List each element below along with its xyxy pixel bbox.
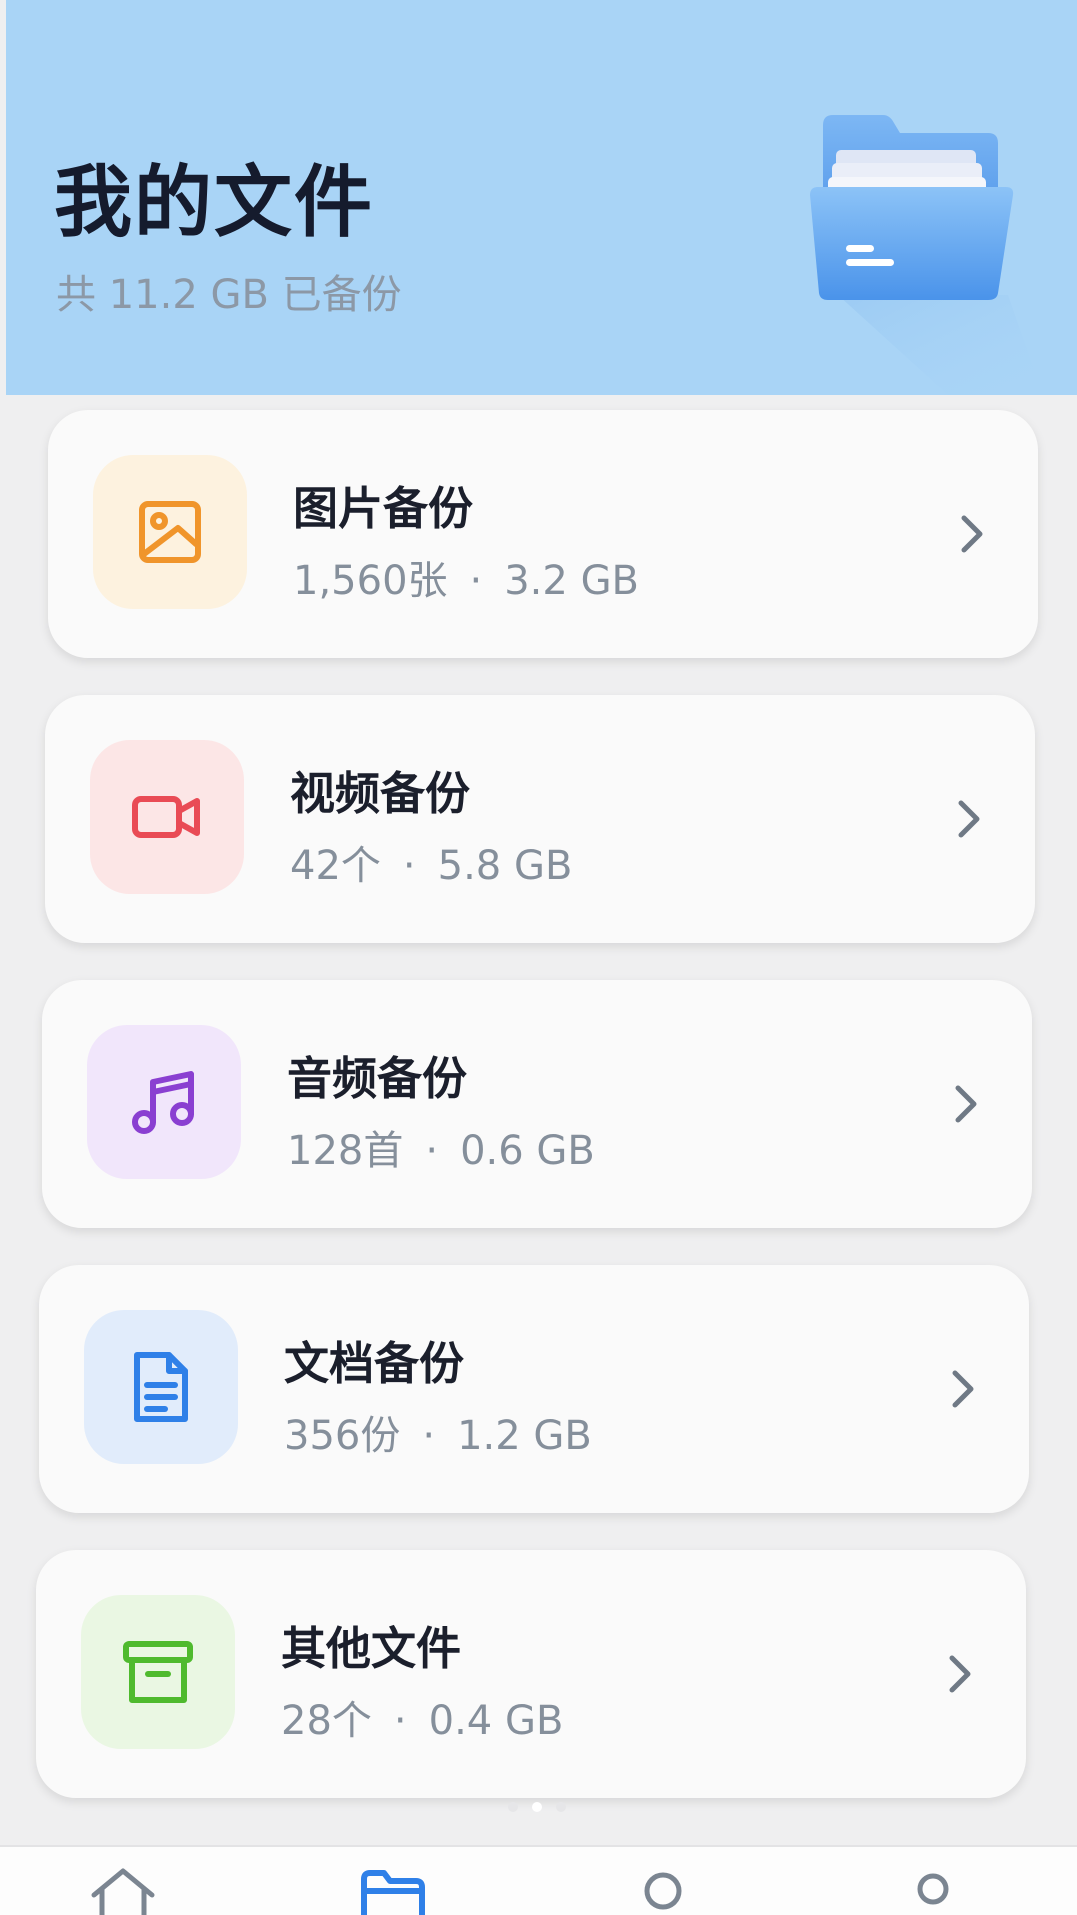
video-camera-icon — [132, 796, 200, 838]
open-folder-illustration — [810, 115, 1043, 395]
separator-dot: · — [402, 843, 416, 889]
category-meta: 356份 · 1.2 GB — [284, 1403, 592, 1461]
tab-home[interactable] — [88, 1865, 158, 1915]
page-dot — [556, 1802, 566, 1812]
category-meta: 42个 · 5.8 GB — [290, 833, 572, 891]
bottom-tab-bar — [0, 1845, 1077, 1915]
category-card-documents[interactable]: 文档备份 356份 · 1.2 GB — [39, 1265, 1029, 1513]
profile-icon — [917, 1873, 949, 1905]
category-card-other[interactable]: 其他文件 28个 · 0.4 GB — [36, 1550, 1026, 1798]
page-title: 我的文件 — [54, 158, 375, 248]
item-count: 1,560张 — [293, 558, 448, 604]
separator-dot: · — [425, 1128, 439, 1174]
category-meta: 128首 · 0.6 GB — [287, 1118, 595, 1176]
category-meta: 28个 · 0.4 GB — [281, 1688, 563, 1746]
category-icon-box — [90, 740, 244, 894]
separator-dot: · — [469, 558, 483, 604]
storage-size: 3.2 GB — [504, 558, 639, 604]
category-card-audio[interactable]: 音频备份 128首 · 0.6 GB — [42, 980, 1032, 1228]
item-count: 356份 — [284, 1413, 401, 1459]
folder-icon — [361, 1870, 425, 1915]
item-count: 28个 — [281, 1698, 372, 1744]
storage-size: 0.4 GB — [428, 1698, 564, 1744]
category-name: 文档备份 — [284, 1337, 465, 1390]
item-count: 42个 — [290, 843, 381, 889]
category-card-videos[interactable]: 视频备份 42个 · 5.8 GB — [45, 695, 1035, 943]
chevron-right-icon — [955, 1085, 977, 1123]
header: 我的文件 共 11.2 GB 已备份 — [6, 0, 1077, 395]
page-indicator — [508, 1802, 568, 1814]
page-dot-active — [532, 1802, 542, 1812]
category-card-photos[interactable]: 图片备份 1,560张 · 3.2 GB — [48, 410, 1038, 658]
separator-dot: · — [422, 1413, 436, 1459]
screen: 我的文件 共 11.2 GB 已备份 图片备份 1,560张 · 3.2 GB … — [0, 0, 1077, 1915]
chevron-right-icon — [949, 1655, 971, 1693]
category-icon-box — [84, 1310, 238, 1464]
tab-search[interactable] — [628, 1865, 698, 1915]
category-icon-box — [93, 455, 247, 609]
storage-size: 0.6 GB — [460, 1128, 595, 1174]
search-icon — [644, 1872, 682, 1910]
chevron-right-icon — [958, 800, 980, 838]
category-name: 图片备份 — [293, 482, 474, 535]
storage-size: 1.2 GB — [457, 1413, 592, 1459]
category-icon-box — [81, 1595, 235, 1749]
tab-profile[interactable] — [898, 1865, 968, 1915]
chevron-right-icon — [961, 515, 983, 553]
category-name: 其他文件 — [281, 1622, 462, 1675]
archive-box-icon — [123, 1641, 193, 1703]
category-name: 音频备份 — [287, 1052, 468, 1105]
tab-files[interactable] — [358, 1865, 428, 1915]
image-icon — [139, 501, 201, 563]
storage-size: 5.8 GB — [437, 843, 573, 889]
chevron-right-icon — [952, 1370, 974, 1408]
backup-summary: 共 11.2 GB 已备份 — [56, 272, 402, 318]
page-dot — [508, 1802, 518, 1812]
document-icon — [134, 1352, 188, 1422]
separator-dot: · — [393, 1698, 407, 1744]
category-name: 视频备份 — [290, 767, 471, 820]
category-meta: 1,560张 · 3.2 GB — [293, 548, 639, 606]
home-icon — [91, 1868, 155, 1915]
music-note-icon — [132, 1071, 194, 1134]
item-count: 128首 — [287, 1128, 404, 1174]
category-icon-box — [87, 1025, 241, 1179]
